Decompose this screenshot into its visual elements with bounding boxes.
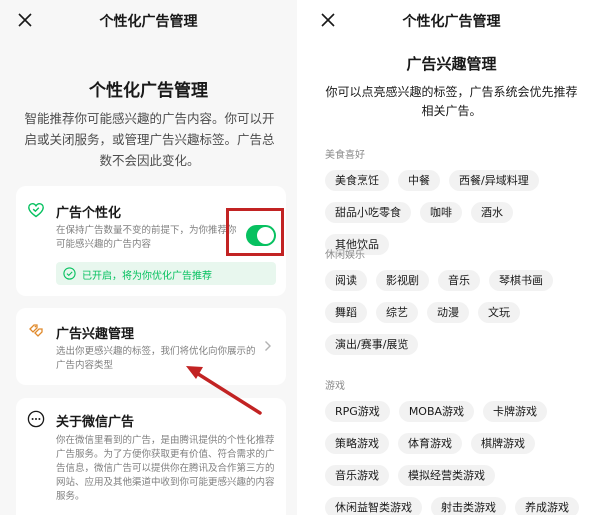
status-banner: 已开启，将为你优化广告推荐 (56, 262, 276, 285)
page-title: 广告兴趣管理 (406, 55, 497, 73)
interest-tag[interactable]: 演出/赛事/展览 (325, 334, 419, 355)
interest-tag[interactable]: 中餐 (398, 170, 440, 191)
category-label-leisure: 休闲娱乐 (325, 250, 365, 261)
interest-tag[interactable]: MOBA游戏 (398, 401, 475, 422)
ad-personalization-title: 广告个性化 (56, 206, 122, 221)
page-description: 智能推荐你可能感兴趣的广告内容。你可以开启或关闭服务，或管理广告兴趣标签。广告总… (24, 111, 275, 168)
interest-tag[interactable]: 酒水 (471, 202, 513, 223)
interest-tag[interactable]: 动漫 (427, 302, 469, 323)
interest-tag[interactable]: 影视剧 (376, 270, 429, 291)
about-ads-description: 你在微信里看到的广告，是由腾讯提供的个性化推荐广告服务。为了方便你获取更有价值、… (56, 435, 275, 502)
interest-tag[interactable]: 咖啡 (420, 202, 462, 223)
interest-tag[interactable]: 休闲益智类游戏 (325, 497, 422, 515)
interest-tag[interactable]: 体育游戏 (398, 433, 462, 454)
interest-tag[interactable]: 棋牌游戏 (471, 433, 535, 454)
interest-tag[interactable]: RPG游戏 (325, 401, 390, 422)
interest-tag[interactable]: 射击类游戏 (431, 497, 506, 515)
page-description: 你可以点亮感兴趣的标签，广告系统会优先推荐相关广告。 (325, 85, 578, 118)
nav-bar: 个性化广告管理 (0, 0, 297, 40)
ad-interest-card[interactable]: 广告兴趣管理 选出你更感兴趣的标签，我们将优化向你展示的广告内容类型 (16, 308, 286, 385)
interest-tag[interactable]: 音乐游戏 (325, 465, 389, 486)
interest-tag[interactable]: 策略游戏 (325, 433, 389, 454)
about-ads-card: 关于微信广告 你在微信里看到的广告，是由腾讯提供的个性化推荐广告服务。为了方便你… (16, 398, 286, 515)
tag-group-leisure: 阅读 影视剧 音乐 琴棋书画 舞蹈 综艺 动漫 文玩 演出/赛事/展览 (325, 270, 585, 355)
status-text: 已开启，将为你优化广告推荐 (82, 271, 212, 282)
interest-tag[interactable]: 文玩 (478, 302, 520, 323)
about-ads-title: 关于微信广告 (56, 415, 135, 430)
ad-interest-title: 广告兴趣管理 (56, 327, 135, 342)
heart-icon (27, 201, 45, 219)
interest-tag[interactable]: 舞蹈 (325, 302, 367, 323)
ad-interest-description: 选出你更感兴趣的标签，我们将优化向你展示的广告内容类型 (56, 346, 256, 371)
interest-tag[interactable]: 模拟经营类游戏 (398, 465, 495, 486)
interest-tag[interactable]: 音乐 (438, 270, 480, 291)
nav-title: 个性化广告管理 (402, 14, 501, 30)
nav-title: 个性化广告管理 (99, 14, 198, 30)
toggle-highlight-box (226, 208, 284, 256)
nav-bar: 个性化广告管理 (303, 0, 600, 40)
interest-tag[interactable]: 美食烹饪 (325, 170, 389, 191)
interest-tag[interactable]: 卡牌游戏 (483, 401, 548, 422)
category-label-games: 游戏 (325, 381, 345, 392)
interest-tag[interactable]: 甜品小吃零食 (325, 202, 411, 223)
tag-group-games: RPG游戏 MOBA游戏 卡牌游戏 策略游戏 体育游戏 棋牌游戏 音乐游戏 模拟… (325, 401, 585, 515)
more-icon (27, 410, 45, 428)
check-circle-icon (63, 267, 76, 280)
ad-personalization-description: 在保持广告数量不变的前提下，为你推荐你可能感兴趣的广告内容 (56, 225, 237, 250)
ad-interest-screen: 个性化广告管理 广告兴趣管理 你可以点亮感兴趣的标签，广告系统会优先推荐相关广告… (303, 0, 600, 515)
interest-tag[interactable]: 养成游戏 (515, 497, 579, 515)
interest-tag[interactable]: 综艺 (376, 302, 418, 323)
interest-tag[interactable]: 阅读 (325, 270, 367, 291)
tag-group-food: 美食烹饪 中餐 西餐/异域料理 甜品小吃零食 咖啡 酒水 其他饮品 (325, 170, 585, 255)
category-label-food: 美食喜好 (325, 150, 365, 161)
ad-settings-screen: 个性化广告管理 个性化广告管理 智能推荐你可能感兴趣的广告内容。你可以开启或关闭… (0, 0, 297, 515)
interest-tag[interactable]: 西餐/异域料理 (449, 170, 539, 191)
page-title: 个性化广告管理 (89, 81, 208, 101)
interest-tags-icon (27, 322, 45, 340)
interest-tag[interactable]: 琴棋书画 (489, 270, 553, 291)
chevron-right-icon (264, 340, 272, 352)
